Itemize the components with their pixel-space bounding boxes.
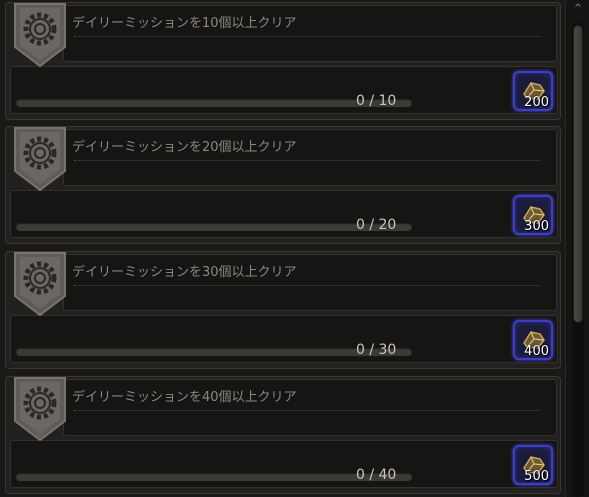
reward-button[interactable]: 400 <box>513 320 553 360</box>
gear-emblem-icon <box>14 3 66 68</box>
scroll-thumb[interactable] <box>573 25 583 323</box>
progress-text: 0 / 10 <box>356 93 397 109</box>
reward-amount: 300 <box>524 219 549 234</box>
mission-title: デイリーミッションを20個以上クリア <box>72 140 297 155</box>
reward-button[interactable]: 200 <box>513 71 553 111</box>
progress-bar <box>16 348 412 356</box>
progress-bar <box>16 99 412 107</box>
progress-text: 0 / 40 <box>356 467 397 483</box>
gear-emblem-icon <box>14 377 66 442</box>
mission-card: デイリーミッションを40個以上クリア 0 / 40 500 <box>5 376 561 494</box>
mission-title: デイリーミッションを40個以上クリア <box>72 390 297 405</box>
gear-emblem-icon <box>14 252 66 317</box>
reward-amount: 200 <box>524 95 549 110</box>
mission-list: デイリーミッションを10個以上クリア 0 / 10 200 デイリーミッションを… <box>0 0 562 497</box>
progress-bar <box>16 223 412 231</box>
mission-card: デイリーミッションを30個以上クリア 0 / 30 400 <box>5 251 561 369</box>
divider <box>74 36 540 37</box>
mission-card: デイリーミッションを10個以上クリア 0 / 10 200 <box>5 2 561 120</box>
mission-card: デイリーミッションを20個以上クリア 0 / 20 300 <box>5 126 561 244</box>
divider <box>74 410 540 411</box>
progress-text: 0 / 20 <box>356 217 397 233</box>
mission-title: デイリーミッションを30個以上クリア <box>72 265 297 280</box>
reward-amount: 500 <box>524 469 549 484</box>
scrollbar[interactable]: ⌃ <box>565 0 589 497</box>
progress-bar <box>16 473 412 481</box>
divider <box>74 160 540 161</box>
reward-button[interactable]: 500 <box>513 445 553 485</box>
mission-title: デイリーミッションを10個以上クリア <box>72 16 297 31</box>
scroll-track[interactable] <box>572 22 584 497</box>
divider <box>74 285 540 286</box>
chevron-up-icon[interactable]: ⌃ <box>568 1 588 19</box>
gear-emblem-icon <box>14 127 66 192</box>
reward-amount: 400 <box>524 344 549 359</box>
reward-button[interactable]: 300 <box>513 195 553 235</box>
progress-text: 0 / 30 <box>356 342 397 358</box>
